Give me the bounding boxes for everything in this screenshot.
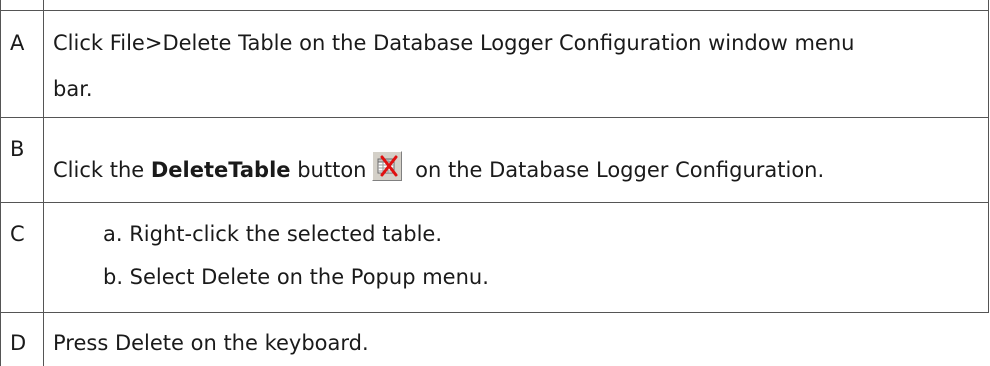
row-c-item-a: a. Right-click the selected table. — [103, 222, 443, 246]
row-divider — [0, 117, 989, 118]
row-letter-c: C — [10, 222, 25, 246]
row-b-middle: button — [290, 158, 367, 182]
delete-table-steps-table: A Click File>Delete Table on the Databas… — [0, 0, 990, 366]
row-letter-a: A — [10, 31, 25, 55]
delete-table-label: DeleteTable — [150, 158, 291, 182]
table-border-right — [988, 0, 989, 313]
row-letter-b: B — [10, 137, 25, 161]
row-a-text-line-1: Click File>Delete Table on the Database … — [53, 31, 855, 55]
row-b-text: Click the DeleteTable button on the Data… — [53, 151, 824, 183]
row-d-text: Press Delete on the keyboard. — [53, 331, 369, 355]
table-border-top — [0, 10, 989, 11]
row-b-prefix: Click the — [53, 158, 151, 182]
row-divider — [0, 312, 989, 313]
row-a-text-line-2: bar. — [53, 77, 93, 101]
row-letter-d: D — [10, 331, 27, 355]
row-c-item-b: b. Select Delete on the Popup menu. — [103, 265, 489, 289]
delete-table-icon — [372, 151, 403, 181]
row-b-suffix: on the Database Logger Configuration. — [408, 158, 825, 182]
row-divider — [0, 202, 989, 203]
